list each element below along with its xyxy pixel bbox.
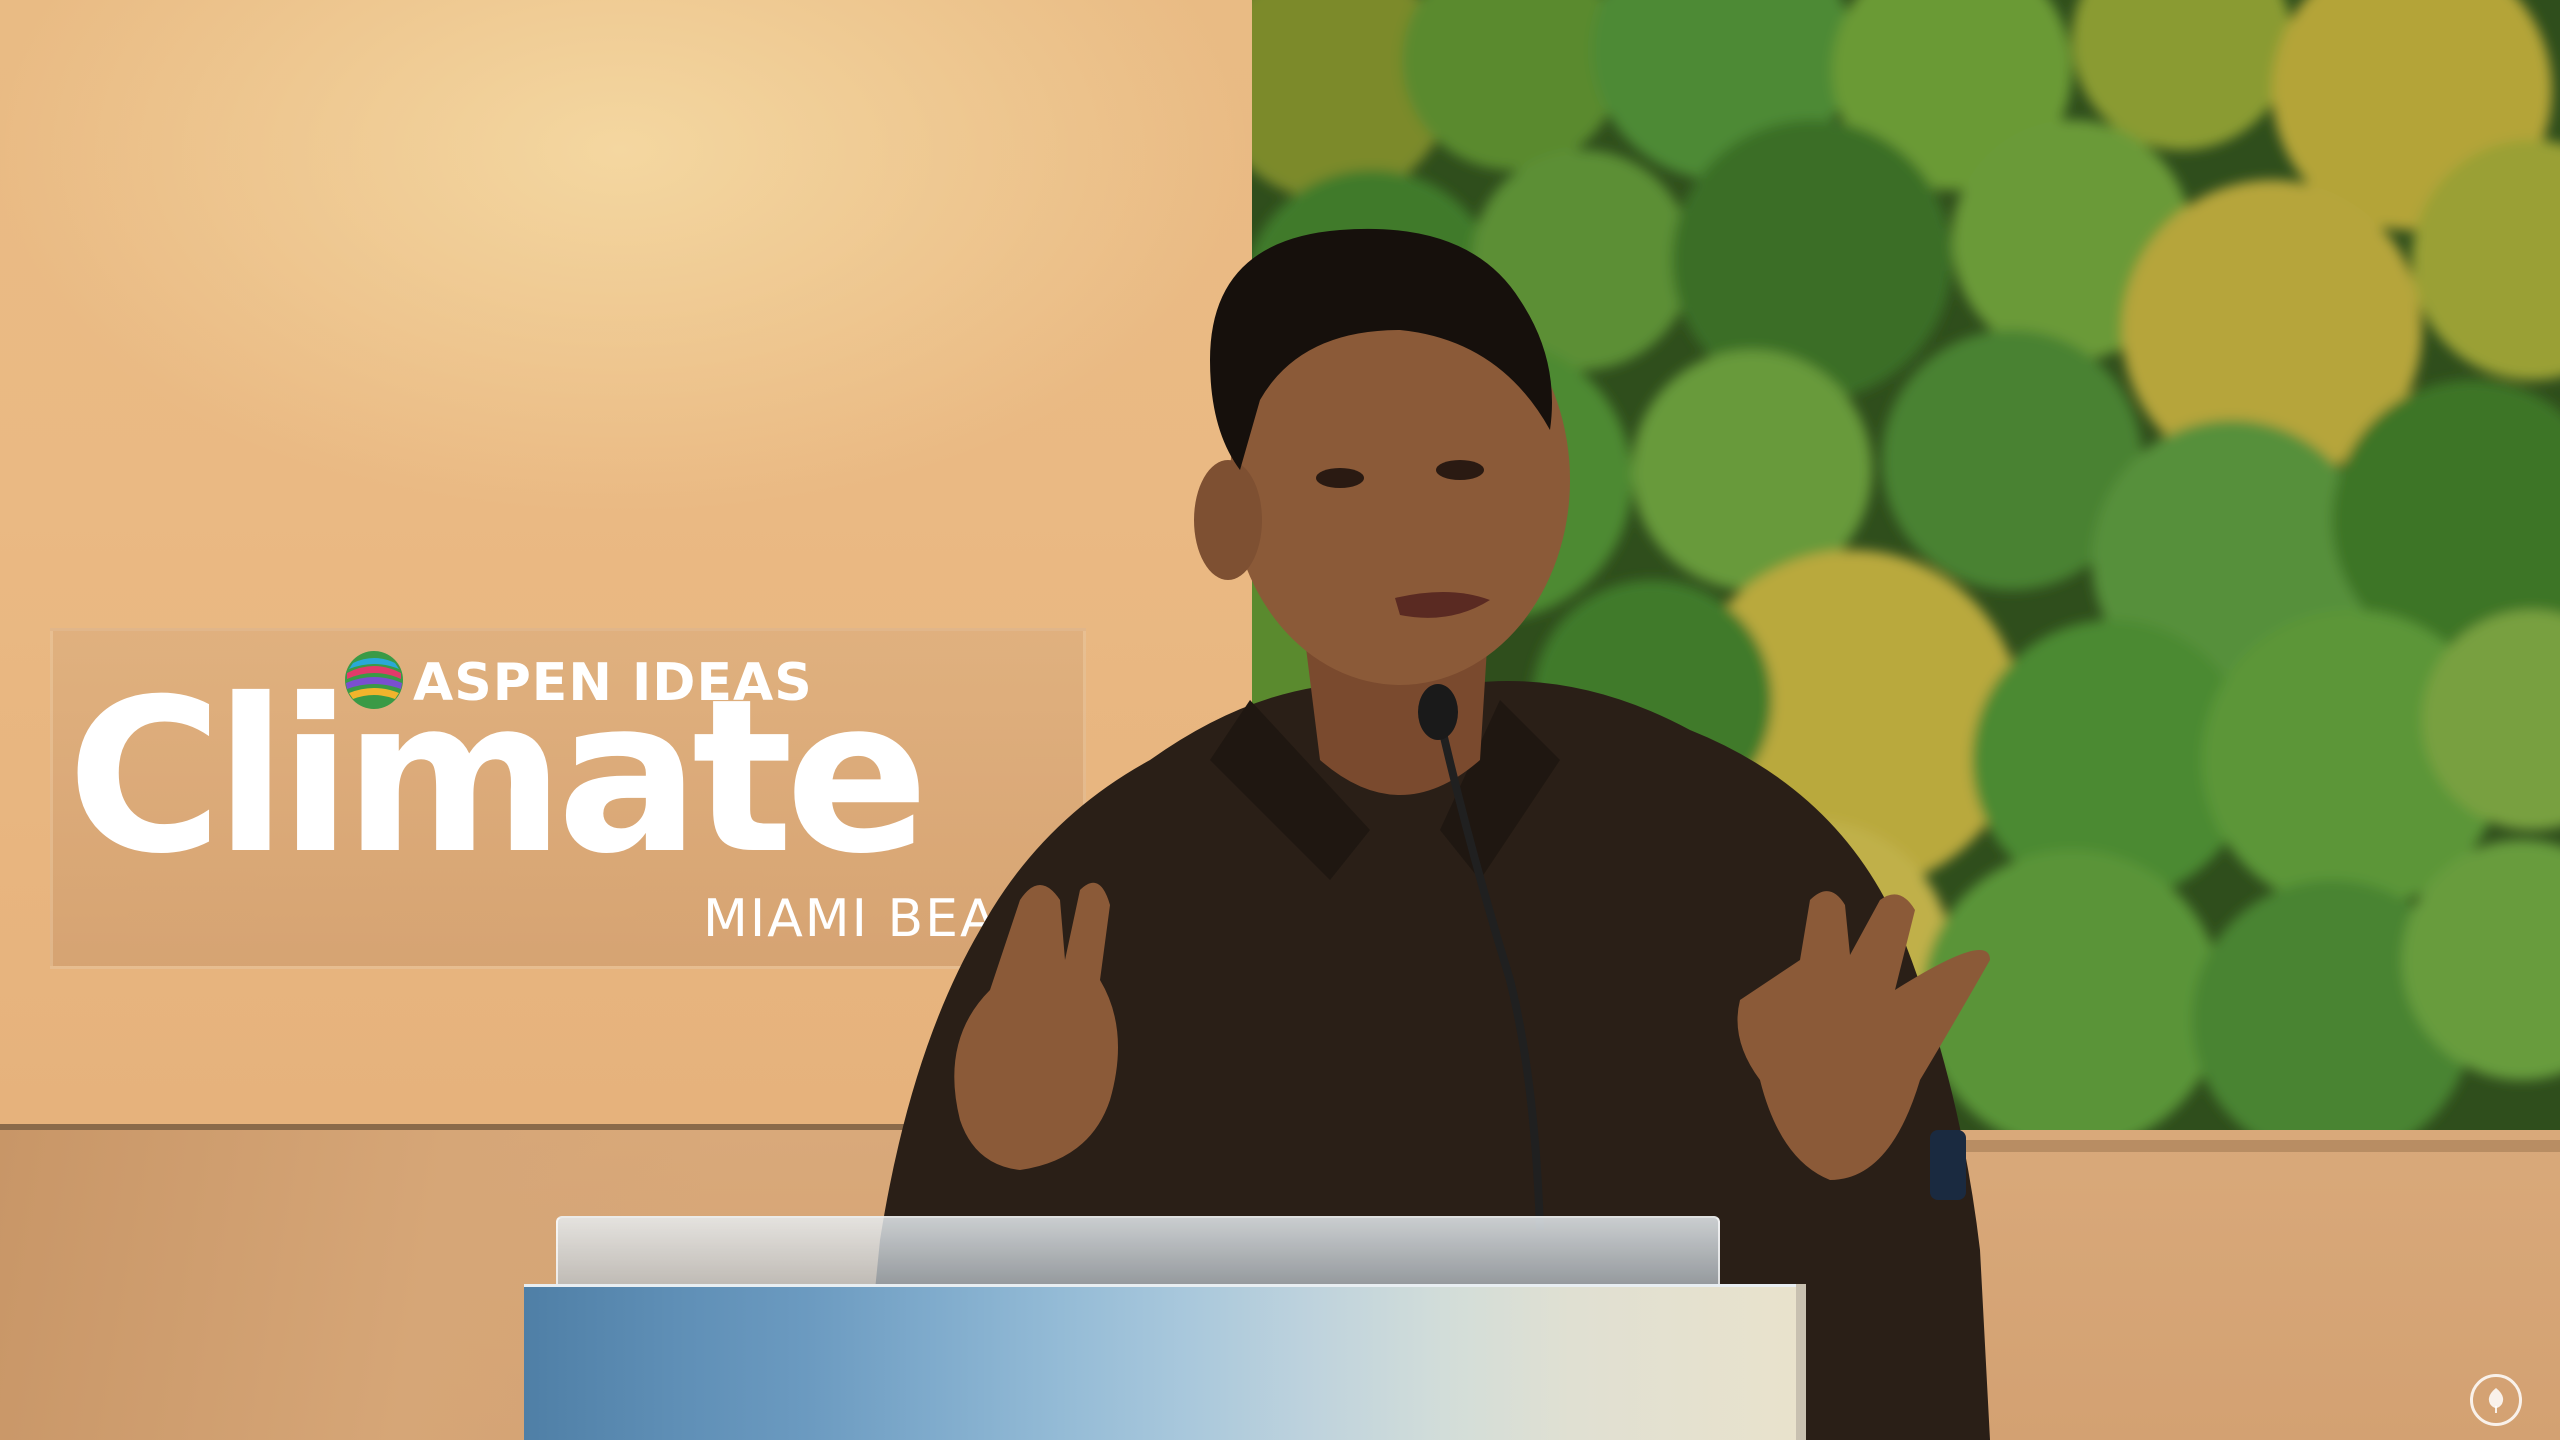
- aspen-leaf-icon: [2470, 1374, 2522, 1426]
- podium-front: [524, 1284, 1802, 1440]
- speaker-watch: [1930, 1130, 1966, 1200]
- video-frame: ASPEN IDEAS Climate MIAMI BEACH: [0, 0, 2560, 1440]
- speaker-eye: [1436, 460, 1484, 480]
- speaker-eye: [1316, 468, 1364, 488]
- podium-edge: [1796, 1284, 1806, 1440]
- speaker-left-hand: [954, 882, 1118, 1170]
- speaker-ear: [1194, 460, 1262, 580]
- podium-top: [556, 1216, 1720, 1292]
- microphone-head: [1418, 684, 1458, 740]
